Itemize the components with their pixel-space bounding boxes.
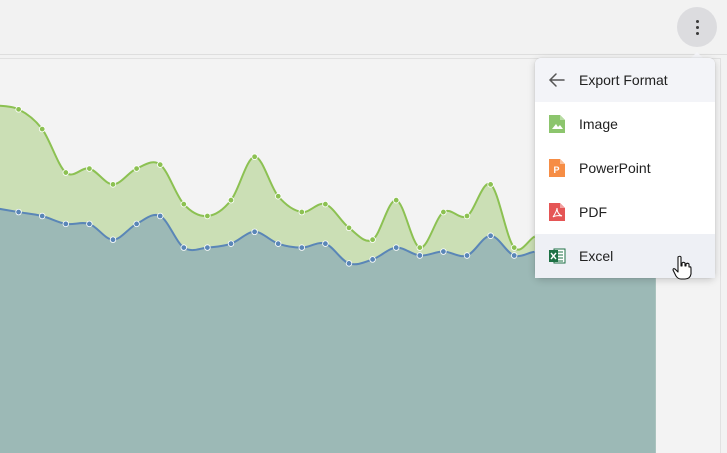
lower-series-point-3[interactable] bbox=[62, 220, 70, 228]
svg-text:P: P bbox=[554, 165, 560, 175]
lower-series-point-6[interactable] bbox=[133, 220, 140, 228]
more-vertical-icon bbox=[695, 19, 699, 23]
hand-pointer-icon bbox=[672, 255, 692, 280]
upper-series-point-13[interactable] bbox=[298, 208, 305, 216]
lower-series-point-12[interactable] bbox=[275, 240, 282, 247]
lower-series-point-7[interactable] bbox=[156, 212, 164, 220]
export-powerpoint-item[interactable]: P PowerPoint bbox=[535, 146, 715, 190]
lower-series-point-9[interactable] bbox=[204, 244, 211, 251]
upper-series-point-15[interactable] bbox=[345, 224, 353, 232]
menu-header-label: Export Format bbox=[579, 72, 668, 88]
upper-series-point-11[interactable] bbox=[251, 153, 258, 160]
lower-series-point-17[interactable] bbox=[393, 244, 400, 251]
upper-series-point-14[interactable] bbox=[322, 200, 329, 208]
lower-series-point-13[interactable] bbox=[298, 244, 305, 251]
menu-item-label: PowerPoint bbox=[579, 160, 651, 176]
lower-series-point-19[interactable] bbox=[440, 248, 447, 255]
upper-series-point-6[interactable] bbox=[133, 165, 140, 172]
export-format-back-button[interactable]: Export Format bbox=[535, 58, 715, 102]
upper-series-point-17[interactable] bbox=[393, 196, 400, 204]
menu-item-label: Excel bbox=[579, 248, 614, 264]
export-image-item[interactable]: Image bbox=[535, 102, 715, 146]
upper-series-point-3[interactable] bbox=[62, 169, 70, 176]
upper-series-point-10[interactable] bbox=[227, 196, 235, 204]
upper-series-point-22[interactable] bbox=[511, 244, 518, 251]
pdf-file-icon bbox=[549, 203, 565, 221]
lower-series-point-22[interactable] bbox=[511, 252, 518, 259]
image-file-icon bbox=[549, 115, 565, 133]
excel-file-icon bbox=[549, 248, 566, 264]
upper-series-point-21[interactable] bbox=[487, 181, 494, 188]
lower-series-point-14[interactable] bbox=[322, 240, 329, 247]
upper-series-point-19[interactable] bbox=[440, 208, 447, 216]
lower-series-point-18[interactable] bbox=[416, 252, 423, 259]
upper-series-point-2[interactable] bbox=[39, 125, 46, 133]
export-pdf-item[interactable]: PDF bbox=[535, 190, 715, 234]
menu-item-label: PDF bbox=[579, 204, 607, 220]
lower-series-point-11[interactable] bbox=[251, 228, 258, 235]
upper-series-point-20[interactable] bbox=[463, 212, 471, 220]
upper-series-point-12[interactable] bbox=[275, 193, 282, 200]
upper-series-point-4[interactable] bbox=[86, 165, 93, 172]
lower-series-point-4[interactable] bbox=[86, 220, 93, 228]
lower-series-point-15[interactable] bbox=[345, 260, 353, 267]
upper-series-point-18[interactable] bbox=[416, 244, 423, 251]
lower-series-point-21[interactable] bbox=[487, 232, 494, 239]
lower-series-point-5[interactable] bbox=[109, 236, 117, 243]
chart-menu-button[interactable] bbox=[677, 7, 717, 47]
export-format-menu: Export Format Image P PowerPoint PDF Exc… bbox=[535, 58, 715, 278]
arrow-left-icon bbox=[548, 73, 565, 87]
upper-series-point-7[interactable] bbox=[156, 161, 164, 168]
lower-series-point-16[interactable] bbox=[369, 256, 376, 263]
upper-series-point-16[interactable] bbox=[369, 236, 376, 243]
lower-series-point-1[interactable] bbox=[15, 208, 22, 216]
lower-series-point-2[interactable] bbox=[39, 212, 46, 220]
lower-series-point-20[interactable] bbox=[463, 252, 471, 259]
upper-series-point-1[interactable] bbox=[15, 106, 22, 113]
upper-series-point-5[interactable] bbox=[109, 181, 117, 188]
upper-series-point-8[interactable] bbox=[180, 200, 187, 208]
upper-series-point-9[interactable] bbox=[204, 212, 211, 220]
lower-series-point-8[interactable] bbox=[180, 244, 187, 251]
lower-series-point-10[interactable] bbox=[227, 240, 235, 247]
powerpoint-file-icon: P bbox=[549, 159, 565, 177]
menu-item-label: Image bbox=[579, 116, 618, 132]
